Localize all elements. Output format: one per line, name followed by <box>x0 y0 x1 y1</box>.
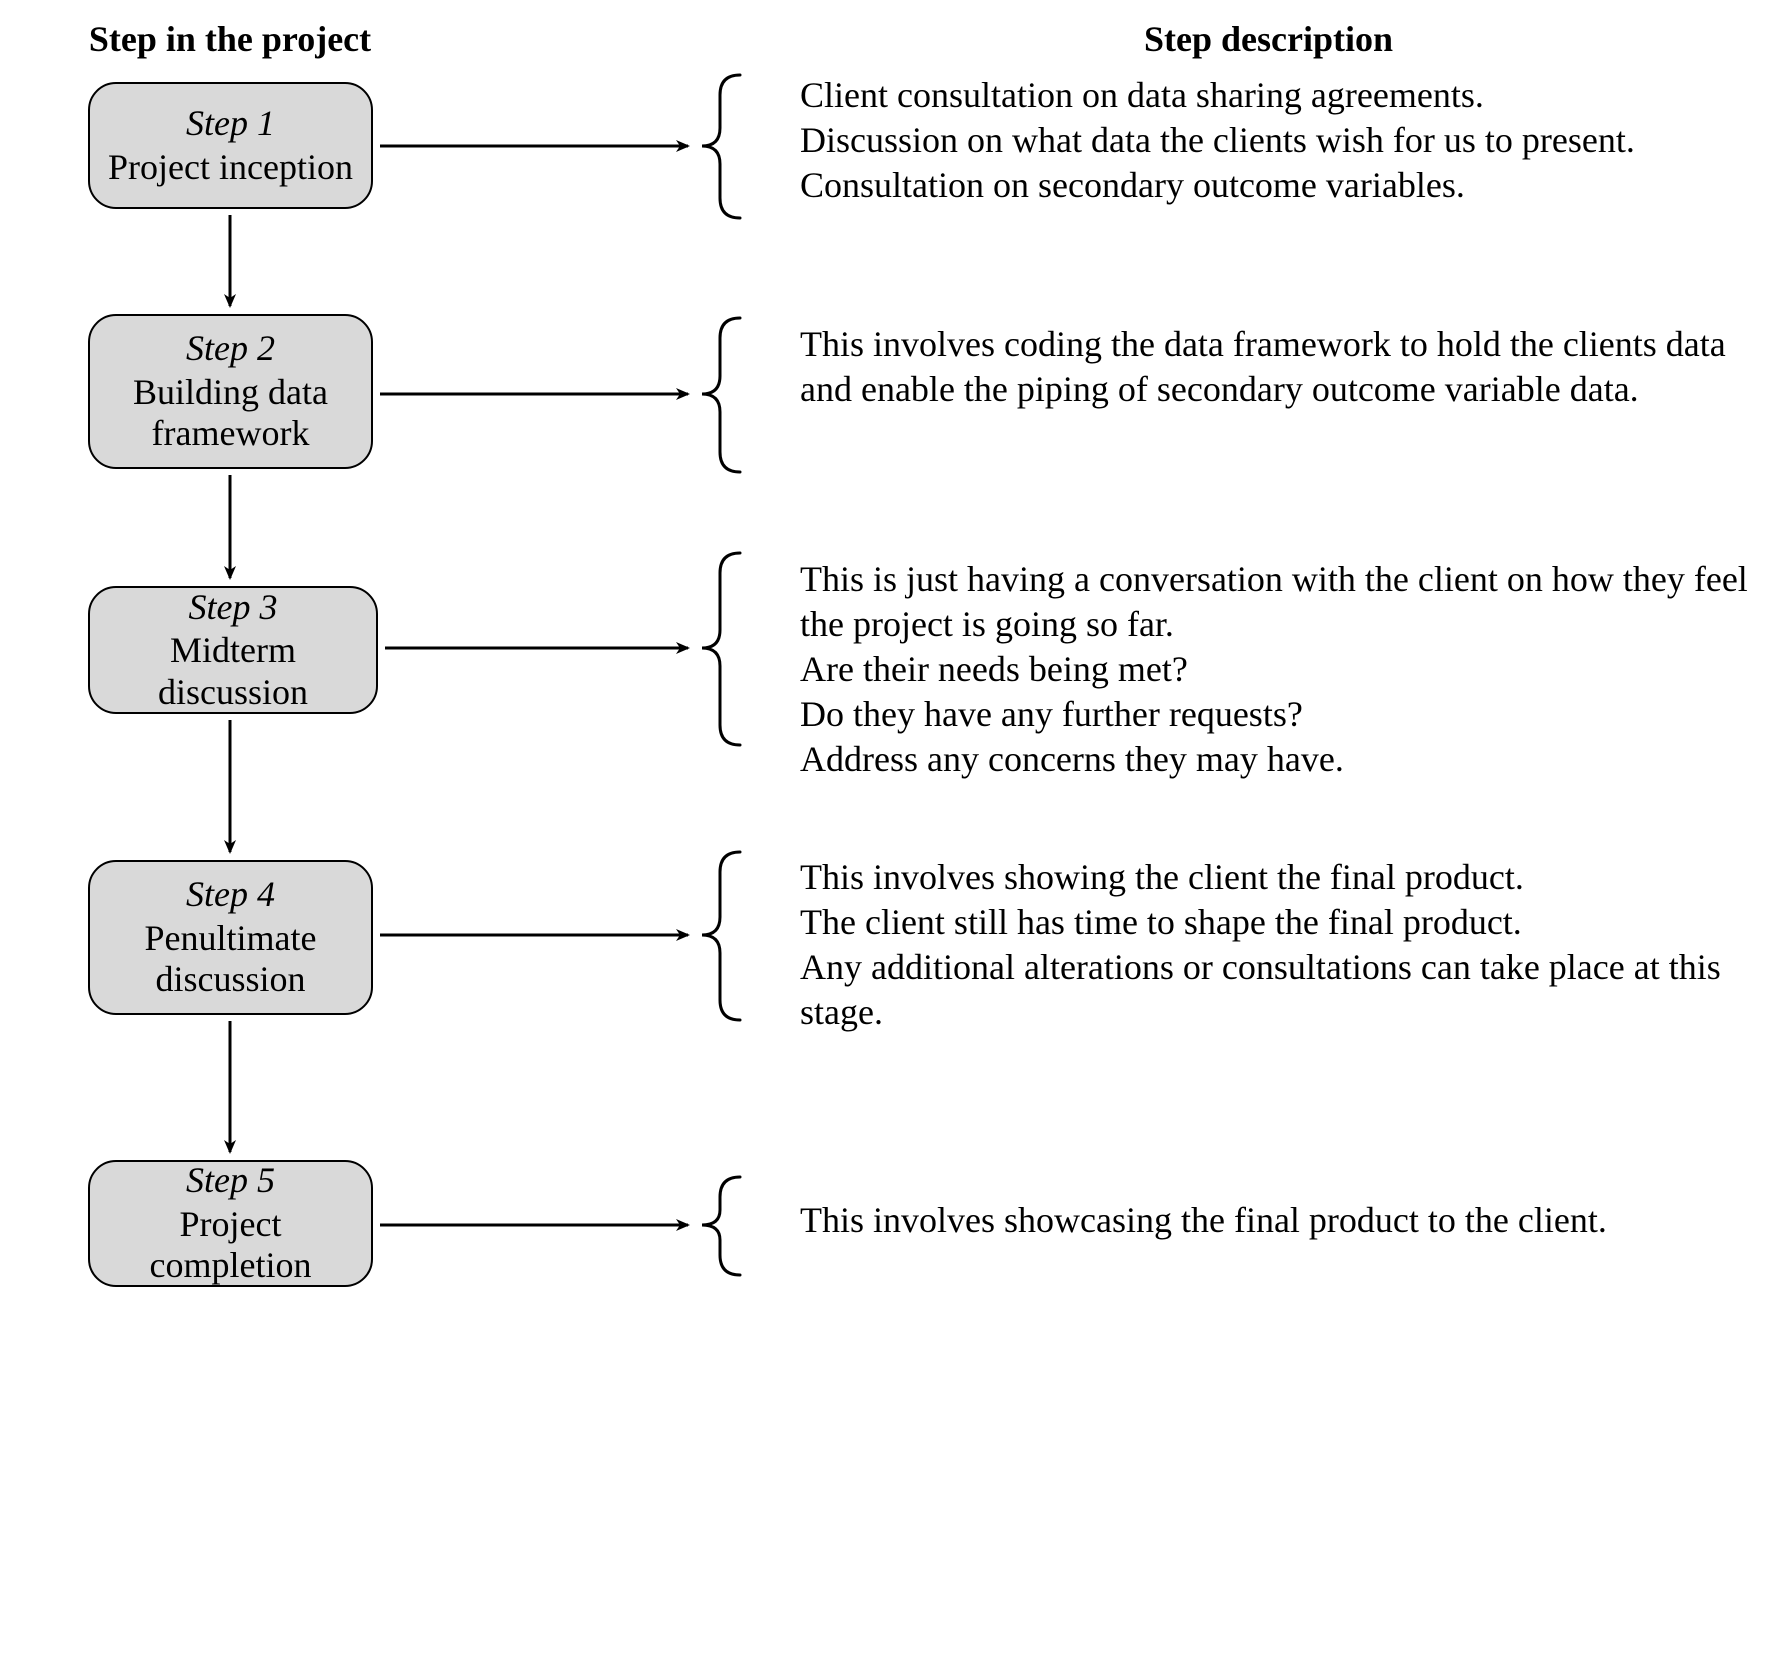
step-description-1: Client consultation on data sharing agre… <box>800 73 1750 208</box>
step-title-5: Step 5 <box>186 1160 275 1201</box>
step-title-4: Step 4 <box>186 874 275 915</box>
step-label-2: Building data framework <box>102 372 359 455</box>
brace-icon <box>702 852 740 1020</box>
step-box-5: Step 5 Project completion <box>88 1160 373 1287</box>
section-title-right: Step description <box>760 18 1777 60</box>
step-label-4: Penultimate discussion <box>102 918 359 1001</box>
step-label-5: Project completion <box>102 1204 359 1287</box>
brace-icon <box>702 1177 740 1275</box>
braces <box>702 75 740 1275</box>
step-label-3: Midterm discussion <box>102 630 364 713</box>
step-title-3: Step 3 <box>189 587 278 628</box>
step-box-4: Step 4 Penultimate discussion <box>88 860 373 1015</box>
step-description-3: This is just having a conversation with … <box>800 557 1750 782</box>
step-box-1: Step 1 Project inception <box>88 82 373 209</box>
brace-icon <box>702 318 740 472</box>
brace-icon <box>702 75 740 218</box>
step-description-5: This involves showcasing the final produ… <box>800 1198 1750 1243</box>
section-title-left: Step in the project <box>0 18 460 60</box>
step-box-2: Step 2 Building data framework <box>88 314 373 469</box>
step-title-2: Step 2 <box>186 328 275 369</box>
step-description-2: This involves coding the data framework … <box>800 322 1750 412</box>
step-description-4: This involves showing the client the fin… <box>800 855 1750 1035</box>
step-label-1: Project inception <box>108 147 353 188</box>
diagram-canvas: Step in the project Step description Ste… <box>0 0 1777 1675</box>
step-box-3: Step 3 Midterm discussion <box>88 586 378 714</box>
brace-icon <box>702 553 740 745</box>
right-arrows <box>380 146 688 1225</box>
step-title-1: Step 1 <box>186 103 275 144</box>
connectors-overlay <box>0 0 1777 1675</box>
